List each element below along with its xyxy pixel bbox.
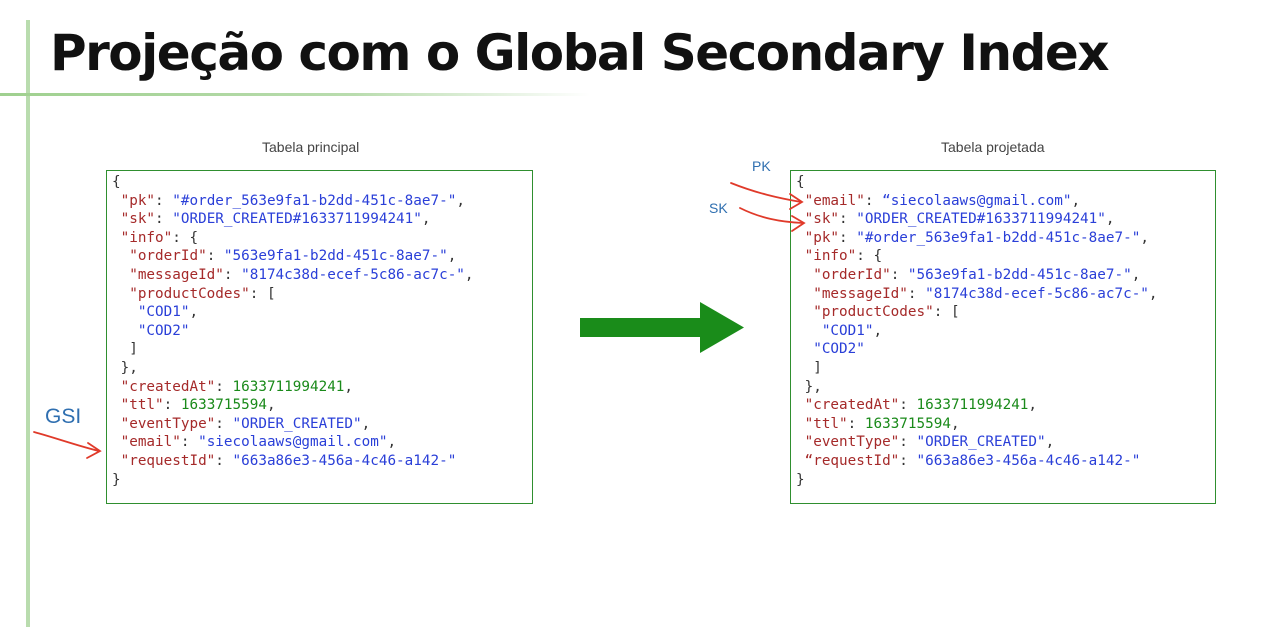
red-curved-arrow-icon: [730, 182, 804, 210]
red-curved-arrow-icon: [739, 207, 806, 232]
green-right-arrow-icon: [580, 302, 744, 353]
red-curved-arrow-icon: [33, 431, 102, 459]
annotation-layer: [33, 182, 806, 459]
